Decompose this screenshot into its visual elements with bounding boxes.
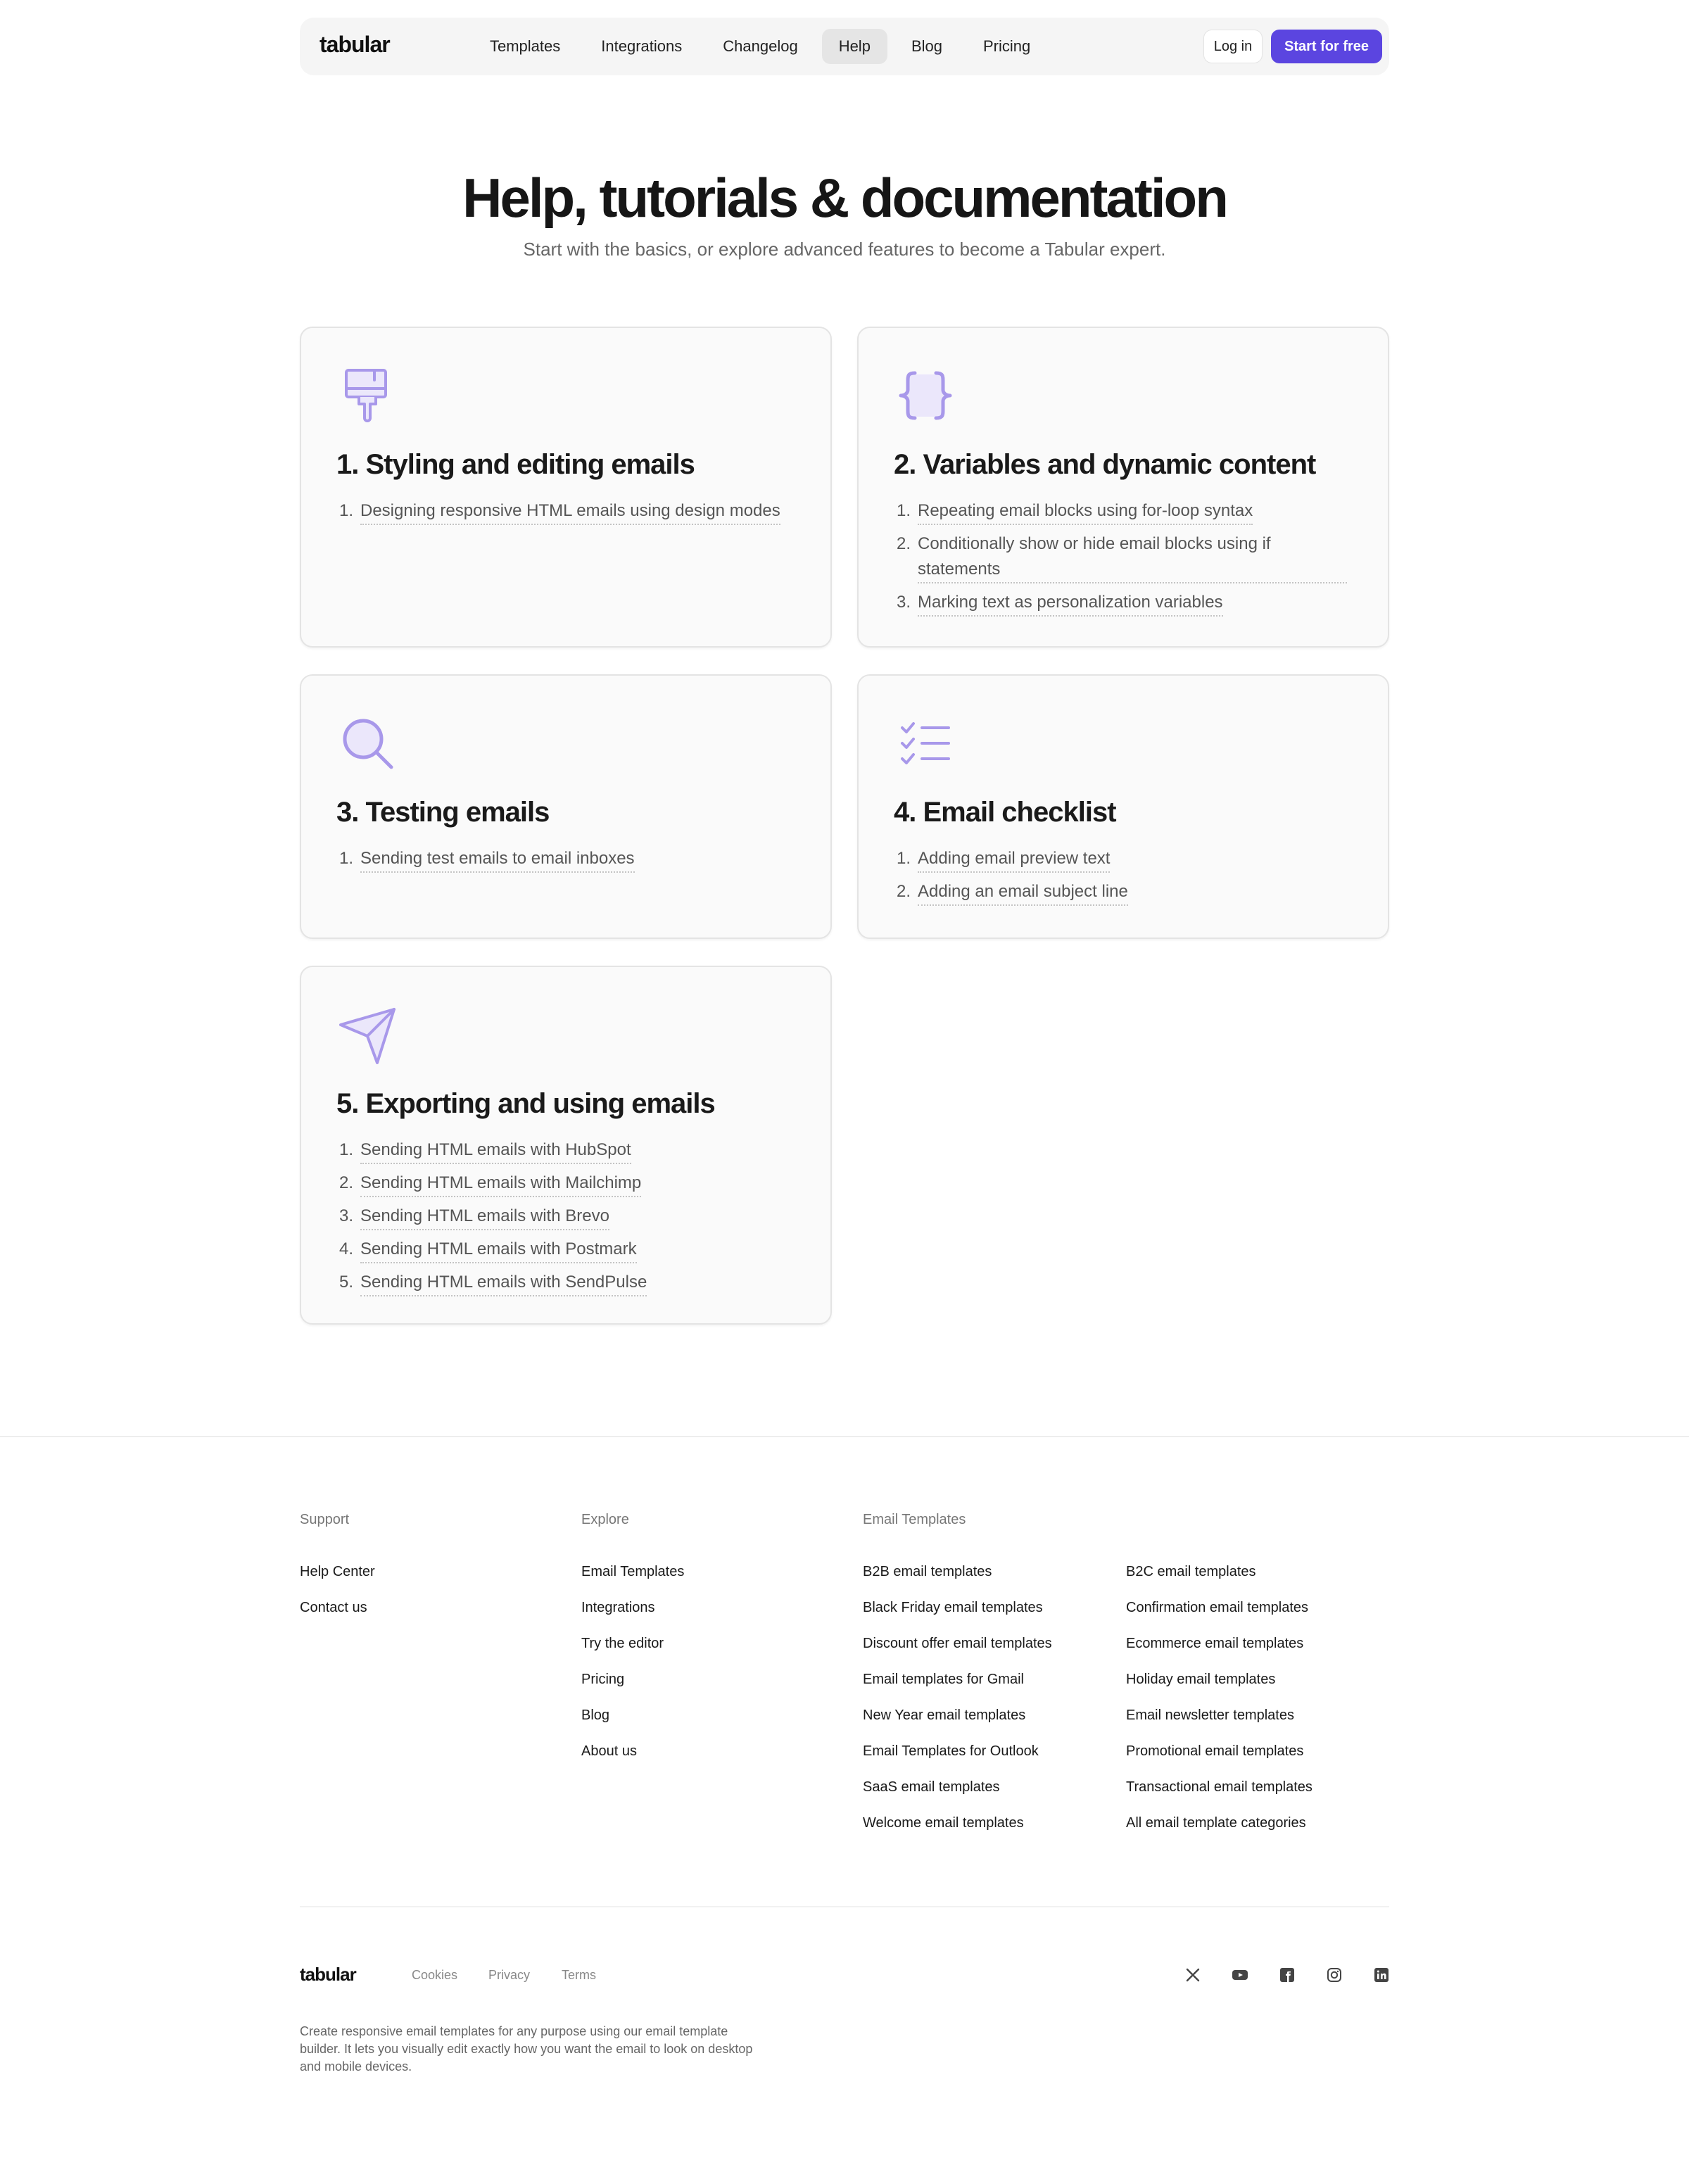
article-link[interactable]: Sending HTML emails with SendPulse (360, 1270, 647, 1296)
card-title: 1. Styling and editing emails (336, 449, 695, 480)
footer-template-link[interactable]: Black Friday email templates (863, 1600, 1043, 1616)
footer-template-link[interactable]: All email template categories (1126, 1815, 1306, 1831)
footer-template-link[interactable]: B2B email templates (863, 1564, 992, 1580)
card-testing: 3. Testing emails 1. Sending test emails … (300, 674, 832, 939)
nav-templates[interactable]: Templates (473, 29, 577, 64)
nav-help[interactable]: Help (821, 29, 887, 64)
footer-link-integrations[interactable]: Integrations (581, 1600, 655, 1616)
nav-changelog[interactable]: Changelog (706, 29, 814, 64)
checklist-icon (901, 722, 950, 764)
footer-link-about[interactable]: About us (581, 1743, 637, 1760)
footer-template-link[interactable]: Transactional email templates (1126, 1779, 1312, 1795)
youtube-icon[interactable] (1232, 1967, 1248, 1983)
article-link[interactable]: Sending HTML emails with Mailchimp (360, 1170, 642, 1197)
list-item: 3. Marking text as personalization variab… (897, 590, 1347, 617)
page-title: Help, tutorials & documentation (462, 167, 1229, 229)
footer-template-link[interactable]: Welcome email templates (863, 1815, 1024, 1831)
footer-link-pricing[interactable]: Pricing (581, 1672, 624, 1688)
article-link[interactable]: Sending HTML emails with HubSpot (360, 1137, 631, 1164)
article-link[interactable]: Adding an email subject line (918, 879, 1128, 906)
list-item: 1. Sending test emails to email inboxes (339, 846, 790, 873)
list-item: 1. Repeating email blocks using for-loop … (897, 498, 1347, 525)
footer-heading-templates: Email Templates (863, 1512, 966, 1527)
list-item: 3. Sending HTML emails with Brevo (339, 1204, 790, 1230)
card-title: 4. Email checklist (894, 797, 1117, 828)
card-list: 1. Designing responsive HTML emails using… (339, 498, 790, 531)
card-list: 1. Repeating email blocks using for-loop … (897, 498, 1347, 623)
instagram-icon[interactable] (1326, 1967, 1343, 1983)
footer-link-try-editor[interactable]: Try the editor (581, 1636, 664, 1652)
list-item: 5. Sending HTML emails with SendPulse (339, 1270, 790, 1296)
footer-template-link[interactable]: Confirmation email templates (1126, 1600, 1308, 1616)
footer-template-link[interactable]: SaaS email templates (863, 1779, 1000, 1795)
article-link[interactable]: Conditionally show or hide email blocks … (918, 531, 1347, 583)
card-title: 2. Variables and dynamic content (894, 449, 1316, 480)
cookies-link[interactable]: Cookies (412, 1968, 457, 1983)
card-title: 5. Exporting and using emails (336, 1088, 716, 1119)
footer-template-link[interactable]: Email Templates for Outlook (863, 1743, 1039, 1760)
card-checklist: 4. Email checklist 1. Adding email previe… (857, 674, 1389, 939)
card-title: 3. Testing emails (336, 797, 550, 828)
article-link[interactable]: Sending HTML emails with Postmark (360, 1237, 637, 1263)
list-item: 2. Adding an email subject line (897, 879, 1347, 906)
footer-template-link[interactable]: New Year email templates (863, 1708, 1025, 1724)
linkedin-icon[interactable] (1373, 1967, 1390, 1983)
x-icon[interactable] (1184, 1967, 1201, 1983)
footer-link-help-center[interactable]: Help Center (300, 1564, 375, 1580)
list-item: 1. Designing responsive HTML emails using… (339, 498, 790, 525)
footer-template-link[interactable]: Email templates for Gmail (863, 1672, 1024, 1688)
card-variables: 2. Variables and dynamic content 1. Repea… (857, 327, 1389, 648)
start-free-button[interactable]: Start for free (1271, 30, 1382, 63)
card-styling: 1. Styling and editing emails 1. Designin… (300, 327, 832, 648)
article-link[interactable]: Repeating email blocks using for-loop sy… (918, 498, 1253, 525)
article-link[interactable]: Marking text as personalization variable… (918, 590, 1223, 617)
nav-links: Templates Integrations Changelog Help Bl… (473, 29, 1054, 64)
footer-template-link[interactable]: Email newsletter templates (1126, 1708, 1294, 1724)
list-item: 2. Conditionally show or hide email block… (897, 531, 1347, 583)
list-item: 1. Sending HTML emails with HubSpot (339, 1137, 790, 1164)
footer-heading-explore: Explore (581, 1512, 629, 1527)
footer-description: Create responsive email templates for an… (300, 2024, 753, 2073)
list-item: 2. Sending HTML emails with Mailchimp (339, 1170, 790, 1197)
magnifier-icon (343, 719, 393, 769)
footer-bottom-divider (300, 1906, 1389, 1907)
footer-link-blog[interactable]: Blog (581, 1708, 609, 1724)
footer-template-link[interactable]: Ecommerce email templates (1126, 1636, 1303, 1652)
footer-divider (0, 1436, 1689, 1437)
logo[interactable]: tabular (320, 32, 391, 58)
article-link[interactable]: Adding email preview text (918, 846, 1111, 873)
terms-link[interactable]: Terms (562, 1968, 596, 1983)
article-link[interactable]: Sending test emails to email inboxes (360, 846, 635, 873)
footer-template-link[interactable]: B2C email templates (1126, 1564, 1256, 1580)
footer-template-link[interactable]: Holiday email templates (1126, 1672, 1275, 1688)
list-item: 4. Sending HTML emails with Postmark (339, 1237, 790, 1263)
nav-integrations[interactable]: Integrations (584, 29, 699, 64)
paper-plane-icon (339, 1008, 396, 1064)
card-list: 1. Sending test emails to email inboxes (339, 846, 790, 879)
page-subtitle: Start with the basics, or explore advanc… (523, 239, 1166, 260)
footer-link-contact[interactable]: Contact us (300, 1600, 367, 1616)
footer-link-email-templates[interactable]: Email Templates (581, 1564, 684, 1580)
login-button[interactable]: Log in (1203, 30, 1263, 63)
footer-template-link[interactable]: Promotional email templates (1126, 1743, 1303, 1760)
list-item: 1. Adding email preview text (897, 846, 1347, 873)
paint-brush-icon (345, 369, 387, 422)
curly-braces-icon (899, 371, 952, 420)
nav-pricing[interactable]: Pricing (966, 29, 1047, 64)
article-link[interactable]: Designing responsive HTML emails using d… (360, 498, 780, 525)
card-list: 1. Sending HTML emails with HubSpot 2. Sen… (339, 1137, 790, 1303)
footer-heading-support: Support (300, 1512, 350, 1527)
top-nav: tabular Templates Integrations Changelog… (300, 18, 1389, 75)
footer-logo[interactable]: tabular (300, 1964, 357, 1986)
privacy-link[interactable]: Privacy (488, 1968, 530, 1983)
nav-blog[interactable]: Blog (894, 29, 959, 64)
card-exporting: 5. Exporting and using emails 1. Sending … (300, 966, 832, 1325)
card-list: 1. Adding email preview text 2. Adding an … (897, 846, 1347, 912)
facebook-icon[interactable] (1279, 1967, 1296, 1983)
article-link[interactable]: Sending HTML emails with Brevo (360, 1204, 609, 1230)
footer-template-link[interactable]: Discount offer email templates (863, 1636, 1052, 1652)
